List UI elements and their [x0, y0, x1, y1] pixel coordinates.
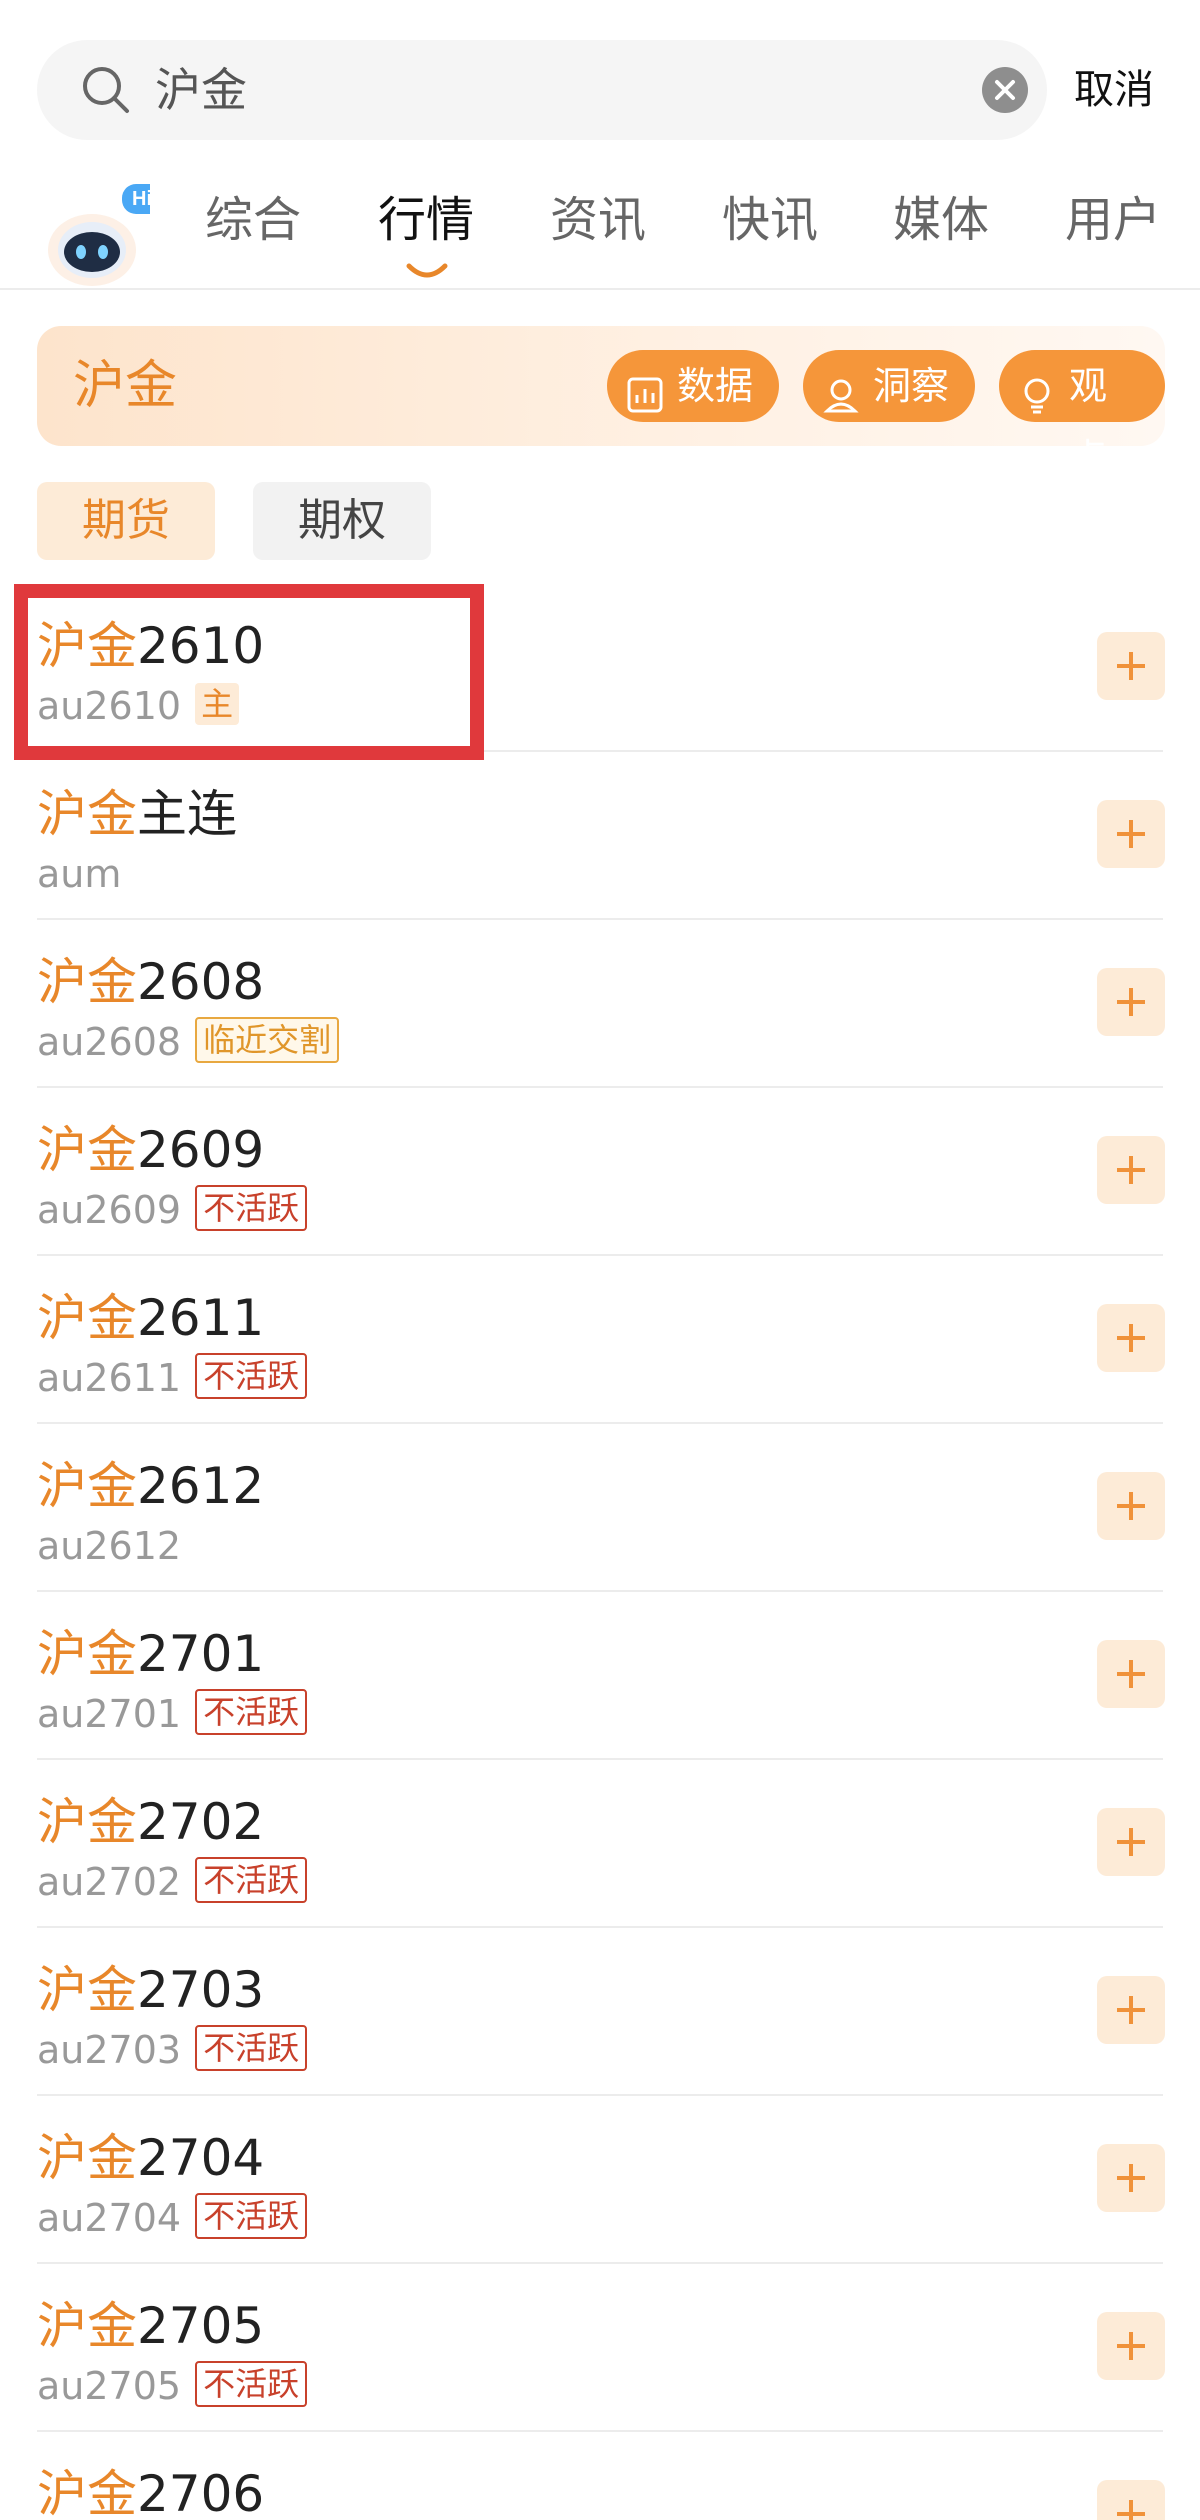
plus-icon [1117, 2500, 1145, 2520]
contract-code: au2702 不活跃 [37, 1856, 308, 1908]
data-button[interactable]: 数据 [607, 350, 780, 422]
contract-name: 沪金2609 [37, 1121, 265, 1179]
contract-code: au2612 [37, 1524, 182, 1568]
add-watchlist-button[interactable] [1097, 1136, 1165, 1204]
plus-icon [1117, 820, 1145, 848]
contract-code: au2703 不活跃 [37, 2024, 308, 2076]
contract-code: au2611 不活跃 [37, 1352, 308, 1404]
opinion-button[interactable]: 观点 [999, 350, 1165, 480]
inactive-badge: 不活跃 [195, 1857, 308, 1903]
filter-options[interactable]: 期权 [253, 482, 431, 560]
highlight-annotation-box [14, 584, 484, 760]
inactive-badge: 不活跃 [195, 1689, 308, 1735]
data-button-label: 数据 [677, 364, 754, 408]
contract-name: 沪金2608 [37, 953, 265, 1011]
assistant-hi-badge: Hi [132, 188, 152, 210]
contract-code: aum [37, 852, 122, 896]
filter-futures[interactable]: 期货 [37, 482, 215, 560]
search-icon [81, 65, 131, 115]
contract-name: 沪金2704 [37, 2129, 265, 2187]
plus-icon [1117, 652, 1145, 680]
add-watchlist-button[interactable] [1097, 1472, 1165, 1540]
plus-icon [1117, 988, 1145, 1016]
list-item[interactable]: 沪金2705 au2705 不活跃 [0, 2264, 1200, 2432]
contract-code: au2701 不活跃 [37, 1688, 308, 1740]
clear-icon[interactable] [982, 67, 1028, 113]
contract-list: 沪金2610 au2610 主 沪金主连 aum 沪金2608 au2608 临近交… [0, 584, 1200, 2520]
list-item[interactable]: 沪金2704 au2704 不活跃 [0, 2096, 1200, 2264]
contract-name: 沪金2612 [37, 1457, 265, 1515]
list-item[interactable]: 沪金2703 au2703 不活跃 [0, 1928, 1200, 2096]
active-tab-indicator [406, 263, 448, 278]
add-watchlist-button[interactable] [1097, 2480, 1165, 2520]
plus-icon [1117, 2164, 1145, 2192]
list-item[interactable]: 沪金2609 au2609 不活跃 [0, 1088, 1200, 1256]
plus-icon [1117, 1660, 1145, 1688]
tab-users[interactable]: 用户 [1065, 190, 1161, 250]
list-item[interactable]: 沪金2608 au2608 临近交割 [0, 920, 1200, 1088]
tab-flash[interactable]: 快讯 [722, 190, 818, 250]
contract-name: 沪金2703 [37, 1961, 265, 2019]
opinion-button-label: 观点 [1069, 364, 1108, 480]
inactive-badge: 不活跃 [195, 1185, 308, 1231]
plus-icon [1117, 1324, 1145, 1352]
search-input[interactable]: 沪金 [37, 40, 1047, 140]
plus-icon [1117, 1828, 1145, 1856]
plus-icon [1117, 1156, 1145, 1184]
cancel-button[interactable]: 取消 [1074, 62, 1154, 118]
insight-icon [821, 366, 861, 413]
inactive-badge: 不活跃 [195, 1353, 308, 1399]
inactive-badge: 不活跃 [195, 2193, 308, 2239]
chart-icon [625, 366, 665, 413]
instrument-banner: 沪金 数据 洞察 观点 [37, 326, 1165, 480]
add-watchlist-button[interactable] [1097, 1640, 1165, 1708]
list-item[interactable]: 沪金2702 au2702 不活跃 [0, 1760, 1200, 1928]
add-watchlist-button[interactable] [1097, 1304, 1165, 1372]
list-item[interactable]: 沪金2701 au2701 不活跃 [0, 1592, 1200, 1760]
search-query-text: 沪金 [155, 63, 247, 117]
contract-name: 沪金2611 [37, 1289, 265, 1347]
plus-icon [1117, 2332, 1145, 2360]
list-item[interactable]: 沪金2612 au2612 [0, 1424, 1200, 1592]
tab-media[interactable]: 媒体 [893, 190, 989, 250]
contract-code: au2705 不活跃 [37, 2360, 308, 2412]
add-watchlist-button[interactable] [1097, 2312, 1165, 2380]
contract-name: 沪金主连 [37, 785, 237, 843]
contract-name: 沪金2705 [37, 2297, 265, 2355]
add-watchlist-button[interactable] [1097, 1808, 1165, 1876]
insight-button-label: 洞察 [873, 364, 950, 408]
assistant-bot-icon[interactable]: Hi [40, 180, 164, 290]
contract-code: au2609 不活跃 [37, 1184, 308, 1236]
list-item[interactable]: 沪金主连 aum [0, 752, 1200, 920]
tab-general[interactable]: 综合 [205, 190, 301, 250]
tab-news[interactable]: 资讯 [550, 190, 646, 250]
plus-icon [1117, 1492, 1145, 1520]
contract-name: 沪金2702 [37, 1793, 265, 1851]
banner-title: 沪金 [73, 356, 178, 416]
contract-name: 沪金2701 [37, 1625, 265, 1683]
tab-bar: Hi 综合 行情 资讯 快讯 媒体 用户 [0, 150, 1200, 290]
plus-icon [1117, 1996, 1145, 2024]
contract-name: 沪金2706 [37, 2465, 265, 2520]
list-item[interactable]: 沪金2706 [0, 2432, 1200, 2520]
list-item[interactable]: 沪金2611 au2611 不活跃 [0, 1256, 1200, 1424]
near-delivery-badge: 临近交割 [195, 1017, 340, 1063]
search-header: 沪金 取消 [0, 0, 1200, 150]
tab-market[interactable]: 行情 [378, 190, 474, 250]
add-watchlist-button[interactable] [1097, 2144, 1165, 2212]
add-watchlist-button[interactable] [1097, 632, 1165, 700]
add-watchlist-button[interactable] [1097, 968, 1165, 1036]
bulb-icon [1017, 366, 1057, 414]
add-watchlist-button[interactable] [1097, 1976, 1165, 2044]
contract-code: au2704 不活跃 [37, 2192, 308, 2244]
inactive-badge: 不活跃 [195, 2361, 308, 2407]
inactive-badge: 不活跃 [195, 2025, 308, 2071]
insight-button[interactable]: 洞察 [803, 350, 976, 422]
contract-code: au2608 临近交割 [37, 1016, 340, 1068]
add-watchlist-button[interactable] [1097, 800, 1165, 868]
